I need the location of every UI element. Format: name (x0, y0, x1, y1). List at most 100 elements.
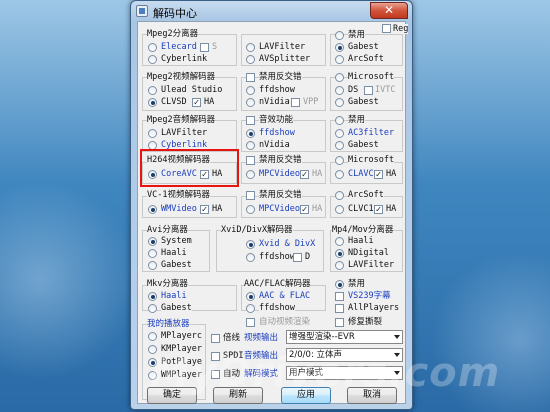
radio-vc1-mpcvideo[interactable] (246, 205, 255, 214)
mpeg2-video-title: Mpeg2视频解码器 (147, 72, 216, 82)
radio-elecard[interactable] (148, 43, 157, 52)
label-audio-disable: 禁用 (348, 115, 366, 125)
label-elecard: Elecard (161, 42, 197, 52)
radio-audio-disable[interactable] (335, 116, 344, 125)
checkbox-clavc-ha[interactable]: ✓ (374, 170, 383, 180)
radio-arcsoft[interactable] (335, 55, 344, 64)
radio-mp4-haali[interactable] (335, 237, 344, 246)
radio-ulead[interactable] (148, 86, 157, 95)
radio-xvid-ffdshow[interactable] (246, 253, 255, 262)
label-mp4-haali: Haali (348, 236, 374, 246)
checkbox-allplayers[interactable] (335, 304, 344, 313)
label-clavc-ha: HA (386, 169, 397, 179)
checkbox-fix-tear[interactable] (335, 318, 344, 327)
mpeg2-audio-title: Mpeg2音频解码器 (147, 115, 216, 125)
radio-clvc1[interactable] (335, 205, 344, 214)
checkbox-mpeg2-deinterlace[interactable] (246, 73, 255, 82)
checkbox-h264-deinterlace[interactable] (246, 156, 255, 165)
radio-ds[interactable] (335, 86, 344, 95)
radio-ac3filter[interactable] (335, 129, 344, 138)
checkbox-vpp[interactable] (291, 98, 300, 107)
radio-cyberlink[interactable] (148, 55, 157, 64)
radio-h264-microsoft[interactable] (335, 156, 344, 165)
radio-clavc[interactable] (335, 170, 344, 179)
label-vc1-mpc-ha: HA (312, 204, 323, 214)
reg-checkbox[interactable] (382, 24, 391, 33)
aac-title: AAC/FLAC解码器 (244, 279, 311, 289)
decoder-center-window: 解码中心 ✕ Reg Mpeg2分离器 Elecard S Cyberlink … (130, 0, 413, 410)
radio-misc-disable[interactable] (335, 280, 344, 289)
radio-xvid-divx[interactable] (246, 240, 255, 249)
checkbox-wmvideo-ha[interactable]: ✓ (200, 205, 209, 215)
label-clvsd-ha: HA (204, 97, 215, 107)
checkbox-coreavc-ha[interactable]: ✓ (200, 170, 209, 180)
label-ac3filter: AC3filter (348, 128, 395, 138)
radio-mpeg2-microsoft[interactable] (335, 73, 344, 82)
radio-audio-lavfilter[interactable] (148, 129, 157, 138)
label-xvid-ffdshow: ffdshow (259, 252, 295, 262)
label-clavc: CLAVC (348, 169, 374, 179)
radio-aac-ffdshow[interactable] (246, 304, 255, 313)
label-avi-gabest: Gabest (161, 260, 192, 270)
radio-mp4-lavfilter[interactable] (335, 261, 344, 270)
h264-title: H264视频解码器 (147, 155, 210, 165)
radio-avi-gabest[interactable] (148, 261, 157, 270)
radio-aac-flac[interactable] (246, 292, 255, 301)
radio-audio-nvidia[interactable] (246, 141, 255, 150)
checkbox-double-line[interactable] (211, 334, 220, 343)
radio-mpeg2-nvidia[interactable] (246, 98, 255, 107)
video-output-select[interactable]: 增强型渲染--EVR (286, 330, 403, 344)
radio-avi-haali[interactable] (148, 249, 157, 258)
checkbox-auto-render[interactable] (246, 318, 255, 327)
checkbox-vs239[interactable] (335, 292, 344, 301)
checkbox-h264-mpc-ha[interactable]: ✓ (300, 170, 309, 180)
label-h264-mpc-ha: HA (312, 169, 323, 179)
checkbox-vc1-deinterlace[interactable] (246, 191, 255, 200)
desktop-light (0, 180, 140, 380)
radio-clvsd[interactable] (148, 98, 157, 107)
label-audio-gabest: Gabest (348, 140, 379, 150)
vc1-title: VC-1视频解码器 (147, 190, 210, 200)
radio-audio-gabest[interactable] (335, 141, 344, 150)
close-button[interactable]: ✕ (370, 2, 408, 19)
checkbox-sound-effect[interactable] (246, 116, 255, 125)
checkbox-ivtc[interactable] (364, 86, 373, 95)
radio-lavfilter[interactable] (246, 43, 255, 52)
label-mkv-haali: Haali (161, 291, 187, 301)
label-vc1-mpcvideo: MPCVideo (259, 204, 300, 214)
checkbox-clvc1-ha[interactable]: ✓ (374, 205, 383, 215)
radio-gabest[interactable] (335, 43, 344, 52)
label-coreavc-ha: HA (212, 169, 223, 179)
my-player-title: 我的播放器 (147, 319, 190, 329)
radio-audio-ffdshow[interactable] (246, 129, 255, 138)
checkbox-vc1-mpc-ha[interactable]: ✓ (300, 205, 309, 215)
radio-vc1-arcsoft[interactable] (335, 191, 344, 200)
radio-mp4-ndigital[interactable] (335, 249, 344, 258)
radio-mkv-haali[interactable] (148, 292, 157, 301)
app-icon (136, 5, 148, 17)
radio-h264-mpcvideo[interactable] (246, 170, 255, 179)
radio-mpeg2v-gabest[interactable] (335, 98, 344, 107)
checkbox-xvid-d[interactable] (293, 253, 302, 262)
label-h264-deinterlace: 禁用反交错 (259, 155, 302, 165)
label-wmvideo: WMVideo (161, 204, 197, 214)
radio-mpeg2-disable[interactable] (335, 31, 344, 40)
reg-label: Reg (393, 24, 409, 34)
checkbox-elecard-s[interactable] (200, 43, 209, 52)
label-allplayers: AllPlayers (348, 303, 400, 313)
radio-mplayerc[interactable] (148, 332, 157, 341)
label-mpeg2-deinterlace: 禁用反交错 (259, 72, 302, 82)
window-title: 解码中心 (153, 7, 197, 20)
radio-avi-system[interactable] (148, 237, 157, 246)
label-vpp: VPP (303, 97, 319, 107)
radio-coreavc[interactable] (148, 170, 157, 179)
label-mplayerc: MPlayerc (161, 331, 202, 341)
radio-mkv-gabest[interactable] (148, 304, 157, 313)
checkbox-clvsd-ha[interactable]: ✓ (192, 98, 201, 108)
video-output-value: 增强型渲染--EVR (289, 332, 355, 342)
client-area: Reg Mpeg2分离器 Elecard S Cyberlink LAVFilt… (137, 21, 409, 404)
radio-mpeg2-ffdshow[interactable] (246, 86, 255, 95)
title-bar[interactable]: 解码中心 ✕ (131, 1, 412, 21)
radio-avsplitter[interactable] (246, 55, 255, 64)
radio-wmvideo[interactable] (148, 205, 157, 214)
